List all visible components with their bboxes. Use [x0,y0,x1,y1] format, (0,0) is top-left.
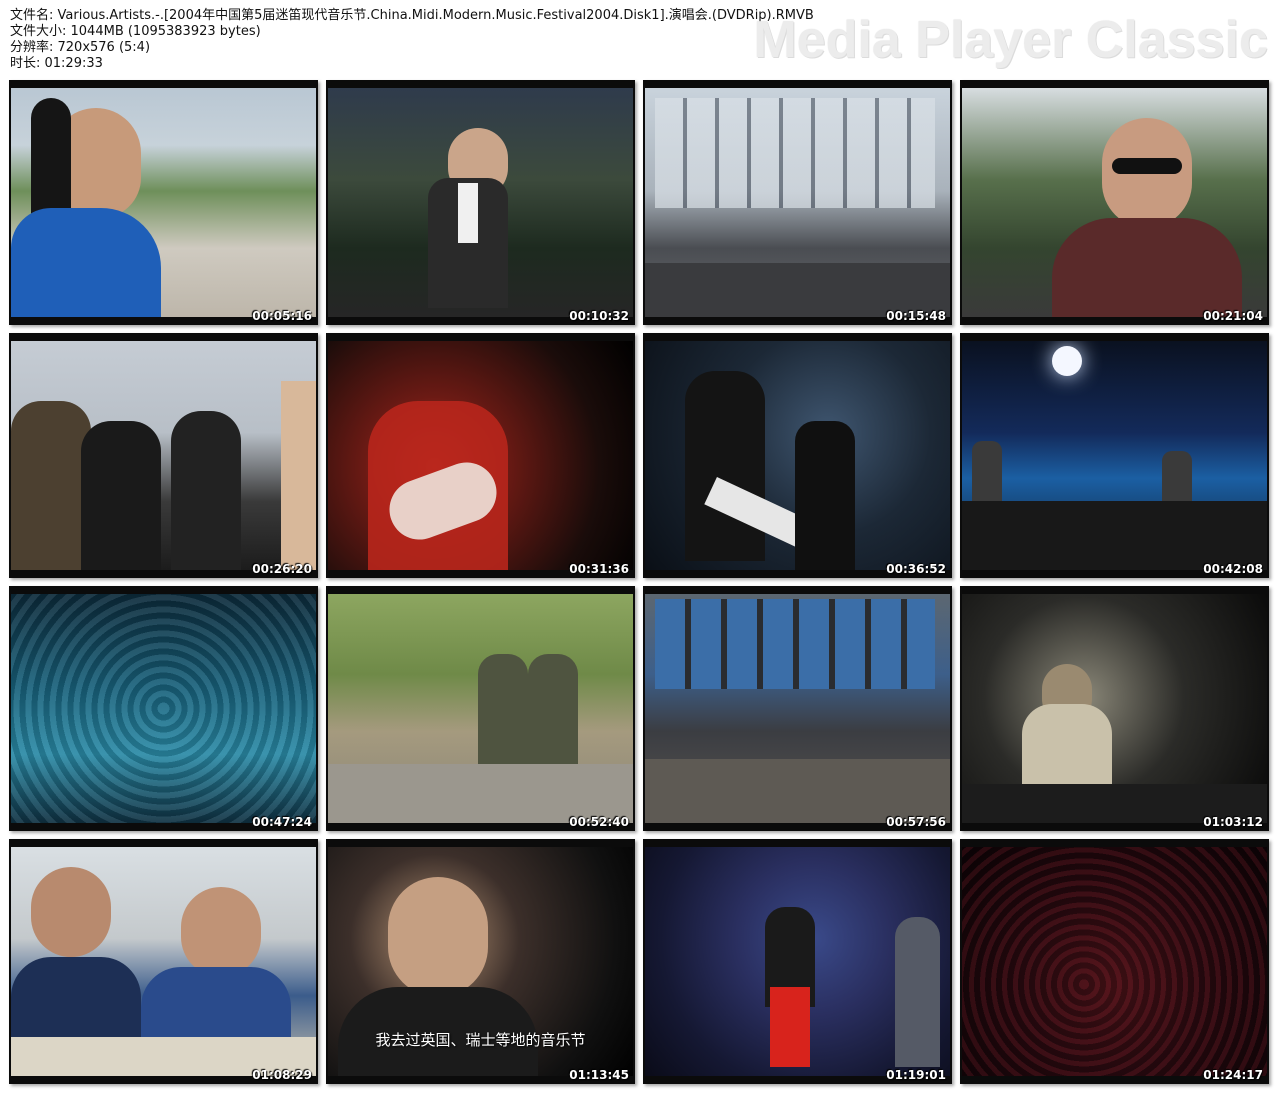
video-frame-6 [328,341,633,570]
subtitle-text: 我去过英国、瑞士等地的音乐节 [375,1031,586,1049]
video-frame-2 [328,88,633,317]
media-player-classic-watermark: Media Player Classic [753,11,1268,69]
thumbnail-3: 00:15:48 [643,80,952,325]
timestamp-label: 00:52:40 [569,815,629,829]
file-name-line: 文件名: Various.Artists.-.[2004年中国第5届迷笛现代音乐… [10,8,814,23]
video-frame-8 [962,341,1267,570]
thumbnail-11: 00:57:56 [643,586,952,831]
timestamp-label: 00:47:24 [252,815,312,829]
video-frame-7 [645,341,950,570]
thumbnail-5: 00:26:20 [9,333,318,578]
timestamp-label: 01:03:12 [1203,815,1263,829]
thumbnail-10: 00:52:40 [326,586,635,831]
timestamp-label: 00:26:20 [252,562,312,576]
thumbnail-8: 00:42:08 [960,333,1269,578]
duration-line: 时长: 01:29:33 [10,56,103,71]
video-frame-11 [645,594,950,823]
video-frame-3 [645,88,950,317]
file-info-header: 文件名: Various.Artists.-.[2004年中国第5届迷笛现代音乐… [10,8,814,72]
video-frame-12 [962,594,1267,823]
timestamp-label: 00:36:52 [886,562,946,576]
thumbnail-6: 00:31:36 [326,333,635,578]
timestamp-label: 00:31:36 [569,562,629,576]
timestamp-label: 01:19:01 [886,1068,946,1082]
timestamp-label: 00:57:56 [886,815,946,829]
video-frame-16 [962,847,1267,1076]
timestamp-label: 00:15:48 [886,309,946,323]
thumbnail-4: 00:21:04 [960,80,1269,325]
timestamp-label: 00:21:04 [1203,309,1263,323]
video-frame-10 [328,594,633,823]
video-frame-15 [645,847,950,1076]
timestamp-label: 01:13:45 [569,1068,629,1082]
video-frame-9 [11,594,316,823]
video-frame-13 [11,847,316,1076]
timestamp-label: 00:42:08 [1203,562,1263,576]
thumbnail-grid: 00:05:16 00:10:32 00:15:48 00:21:04 00:2… [9,80,1269,1084]
timestamp-label: 01:24:17 [1203,1068,1263,1082]
thumbnail-1: 00:05:16 [9,80,318,325]
timestamp-label: 00:10:32 [569,309,629,323]
thumbnail-12: 01:03:12 [960,586,1269,831]
thumbnail-15: 01:19:01 [643,839,952,1084]
thumbnail-9: 00:47:24 [9,586,318,831]
timestamp-label: 00:05:16 [252,309,312,323]
video-frame-5 [11,341,316,570]
thumbnail-13: 01:08:29 [9,839,318,1084]
resolution-line: 分辨率: 720x576 (5:4) [10,40,151,55]
timestamp-label: 01:08:29 [252,1068,312,1082]
video-frame-4 [962,88,1267,317]
thumbnail-7: 00:36:52 [643,333,952,578]
thumbnail-14: 我去过英国、瑞士等地的音乐节 01:13:45 [326,839,635,1084]
thumbnail-16: 01:24:17 [960,839,1269,1084]
thumbnail-2: 00:10:32 [326,80,635,325]
file-size-line: 文件大小: 1044MB (1095383923 bytes) [10,24,261,39]
video-frame-1 [11,88,316,317]
